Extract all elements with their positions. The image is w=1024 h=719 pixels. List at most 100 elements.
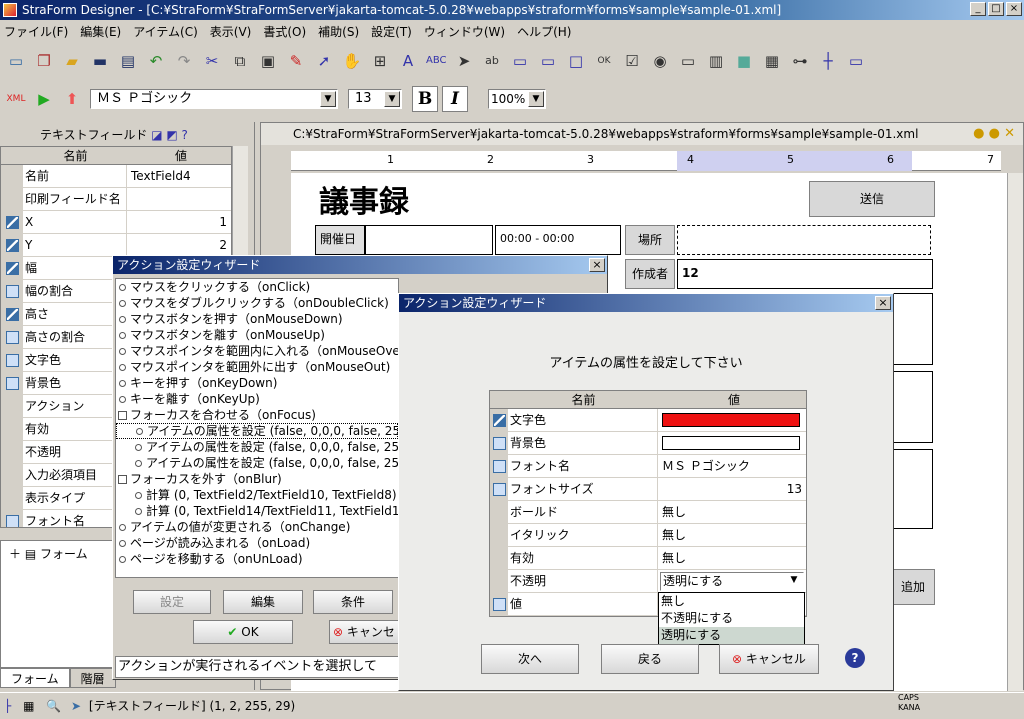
checkbox-icon[interactable]	[5, 307, 19, 321]
attribute-row[interactable]: 文字色	[490, 409, 806, 432]
chevron-down-icon[interactable]: ▼	[786, 573, 802, 589]
open-template-icon[interactable]: ❐	[34, 51, 54, 71]
attribute-row[interactable]: イタリック 無し	[490, 524, 806, 547]
tree-root[interactable]: フォーム	[40, 547, 88, 561]
grid-icon[interactable]: ▦	[23, 699, 34, 713]
chevron-down-icon[interactable]: ▼	[528, 91, 544, 107]
document-scrollbar[interactable]	[1007, 173, 1023, 691]
checkbox-icon[interactable]	[492, 482, 506, 496]
event-item[interactable]: アイテムの属性を設定 (false, 0,0,0, false, 255,	[116, 423, 398, 439]
author-label[interactable]: 作成者	[625, 259, 675, 289]
button-tool-icon[interactable]: OK	[594, 51, 614, 71]
event-item[interactable]: キーを押す（onKeyDown)	[116, 375, 398, 391]
checkbox-icon[interactable]	[492, 436, 506, 450]
menu-assist[interactable]: 補助(S)	[318, 23, 359, 40]
property-value[interactable]: 1	[127, 211, 231, 233]
dropdown-option[interactable]: 不透明にする	[659, 610, 804, 627]
maximize-button[interactable]: □	[988, 2, 1004, 16]
event-item[interactable]: マウスポインタを範囲外に出す（onMouseOut)	[116, 359, 398, 375]
zoom-icon[interactable]: 🔍	[46, 699, 61, 713]
save-icon[interactable]: ▬	[90, 51, 110, 71]
dropdown-option[interactable]: 無し	[659, 593, 804, 610]
password-icon[interactable]: ▭	[538, 51, 558, 71]
help-icon[interactable]: ?	[845, 648, 865, 668]
tree-expand-icon[interactable]: ＋	[9, 547, 21, 561]
close-icon[interactable]: ×	[875, 296, 891, 310]
checkbox-tool-icon[interactable]: ☑	[622, 51, 642, 71]
property-value[interactable]	[127, 188, 231, 210]
hand-icon[interactable]: ✋	[342, 51, 362, 71]
new-icon[interactable]: ▭	[6, 51, 26, 71]
chevron-down-icon[interactable]: ▼	[384, 91, 400, 107]
tab-form[interactable]: フォーム	[0, 668, 70, 688]
color-swatch[interactable]	[662, 413, 800, 427]
checkbox-icon[interactable]	[5, 261, 19, 275]
upload-icon[interactable]: ⬆	[62, 89, 82, 109]
event-item[interactable]: ページが読み込まれる（onLoad)	[116, 535, 398, 551]
ok-button[interactable]: ✔ OK	[193, 620, 293, 644]
attribute-value[interactable]	[658, 432, 806, 454]
textarea-2[interactable]	[891, 371, 933, 443]
attribute-row[interactable]: ボールド 無し	[490, 501, 806, 524]
event-item[interactable]: マウスをクリックする（onClick)	[116, 279, 398, 295]
textarea-1[interactable]	[891, 293, 933, 365]
attribute-value[interactable]: 無し	[658, 524, 806, 546]
attribute-value[interactable]	[658, 409, 806, 431]
attribute-row[interactable]: フォント名 ＭＳ Ｐゴシック	[490, 455, 806, 478]
checkbox-icon[interactable]	[492, 413, 506, 427]
event-item[interactable]: 計算 (0, TextField14/TextField11, TextFiel…	[116, 503, 398, 519]
tree-tool-icon[interactable]: ⊶	[790, 51, 810, 71]
page-icon[interactable]: ⊞	[370, 51, 390, 71]
combobox-tool-icon[interactable]: ▭	[678, 51, 698, 71]
event-item[interactable]: アイテムの値が変更される（onChange)	[116, 519, 398, 535]
menu-file[interactable]: ファイル(F)	[4, 23, 68, 40]
kaisai-label[interactable]: 開催日	[315, 225, 365, 255]
dropdown-option-selected[interactable]: 透明にする	[659, 627, 804, 644]
ruler-toggle-icon[interactable]: ├	[4, 699, 11, 713]
menu-edit[interactable]: 編集(E)	[80, 23, 121, 40]
cancel-button-event[interactable]: ⊗ キャンセ	[329, 620, 399, 644]
menu-view[interactable]: 表示(V)	[210, 23, 252, 40]
textarea-3[interactable]	[891, 449, 933, 529]
minimize-button[interactable]: _	[970, 2, 986, 16]
event-item[interactable]: 計算 (0, TextField2/TextField10, TextField…	[116, 487, 398, 503]
menu-item[interactable]: アイテム(C)	[133, 23, 198, 40]
bold-button[interactable]: B	[412, 86, 438, 112]
event-item[interactable]: マウスポインタを範囲内に入れる（onMouseOver)	[116, 343, 398, 359]
open-folder-icon[interactable]: ▰	[62, 51, 82, 71]
edit-button[interactable]: 編集	[223, 590, 303, 614]
ocr-icon[interactable]: ➤	[71, 699, 81, 713]
checkbox-icon[interactable]	[492, 459, 506, 473]
place-field-selected[interactable]	[677, 225, 931, 255]
attribute-row[interactable]: フォントサイズ 13	[490, 478, 806, 501]
date-field[interactable]	[365, 225, 493, 255]
checkbox-icon[interactable]	[5, 215, 19, 229]
attribute-value[interactable]: 13	[658, 478, 806, 500]
attribute-value[interactable]: 無し	[658, 547, 806, 569]
spellcheck-icon[interactable]: ABC	[426, 51, 447, 71]
event-item[interactable]: アイテムの属性を設定 (false, 0,0,0, false, 255,	[116, 455, 398, 471]
tab-hierarchy[interactable]: 階層	[69, 668, 116, 688]
event-item[interactable]: アイテムの属性を設定 (false, 0,0,0, false, 255,	[116, 439, 398, 455]
label-icon[interactable]: ab	[482, 51, 502, 71]
property-row[interactable]: 名前 TextField4	[1, 165, 231, 188]
redo-icon[interactable]: ↷	[174, 51, 194, 71]
menu-format[interactable]: 書式(O)	[263, 23, 306, 40]
property-row[interactable]: 印刷フィールド名	[1, 188, 231, 211]
xml-icon[interactable]: XML	[6, 89, 26, 109]
property-value[interactable]: TextField4	[127, 165, 231, 187]
checkbox-icon[interactable]	[5, 238, 19, 252]
add-button[interactable]: 追加	[891, 569, 935, 605]
checkbox-icon[interactable]	[5, 514, 19, 527]
checkbox-icon[interactable]	[492, 597, 506, 611]
document-window-controls[interactable]: ● ● ✕	[973, 123, 1015, 145]
attribute-row[interactable]: 不透明 透明にする ▼	[490, 570, 806, 593]
checkbox-icon[interactable]	[5, 330, 19, 344]
event-item[interactable]: フォーカスを合わせる（onFocus)	[116, 407, 398, 423]
opacity-select[interactable]: 透明にする ▼	[660, 572, 804, 591]
attribute-value[interactable]: 透明にする ▼	[658, 570, 806, 592]
checkbox-icon[interactable]	[5, 376, 19, 390]
tag-icon[interactable]: ➤	[454, 51, 474, 71]
checkbox-icon[interactable]	[5, 353, 19, 367]
condition-button[interactable]: 条件	[313, 590, 393, 614]
